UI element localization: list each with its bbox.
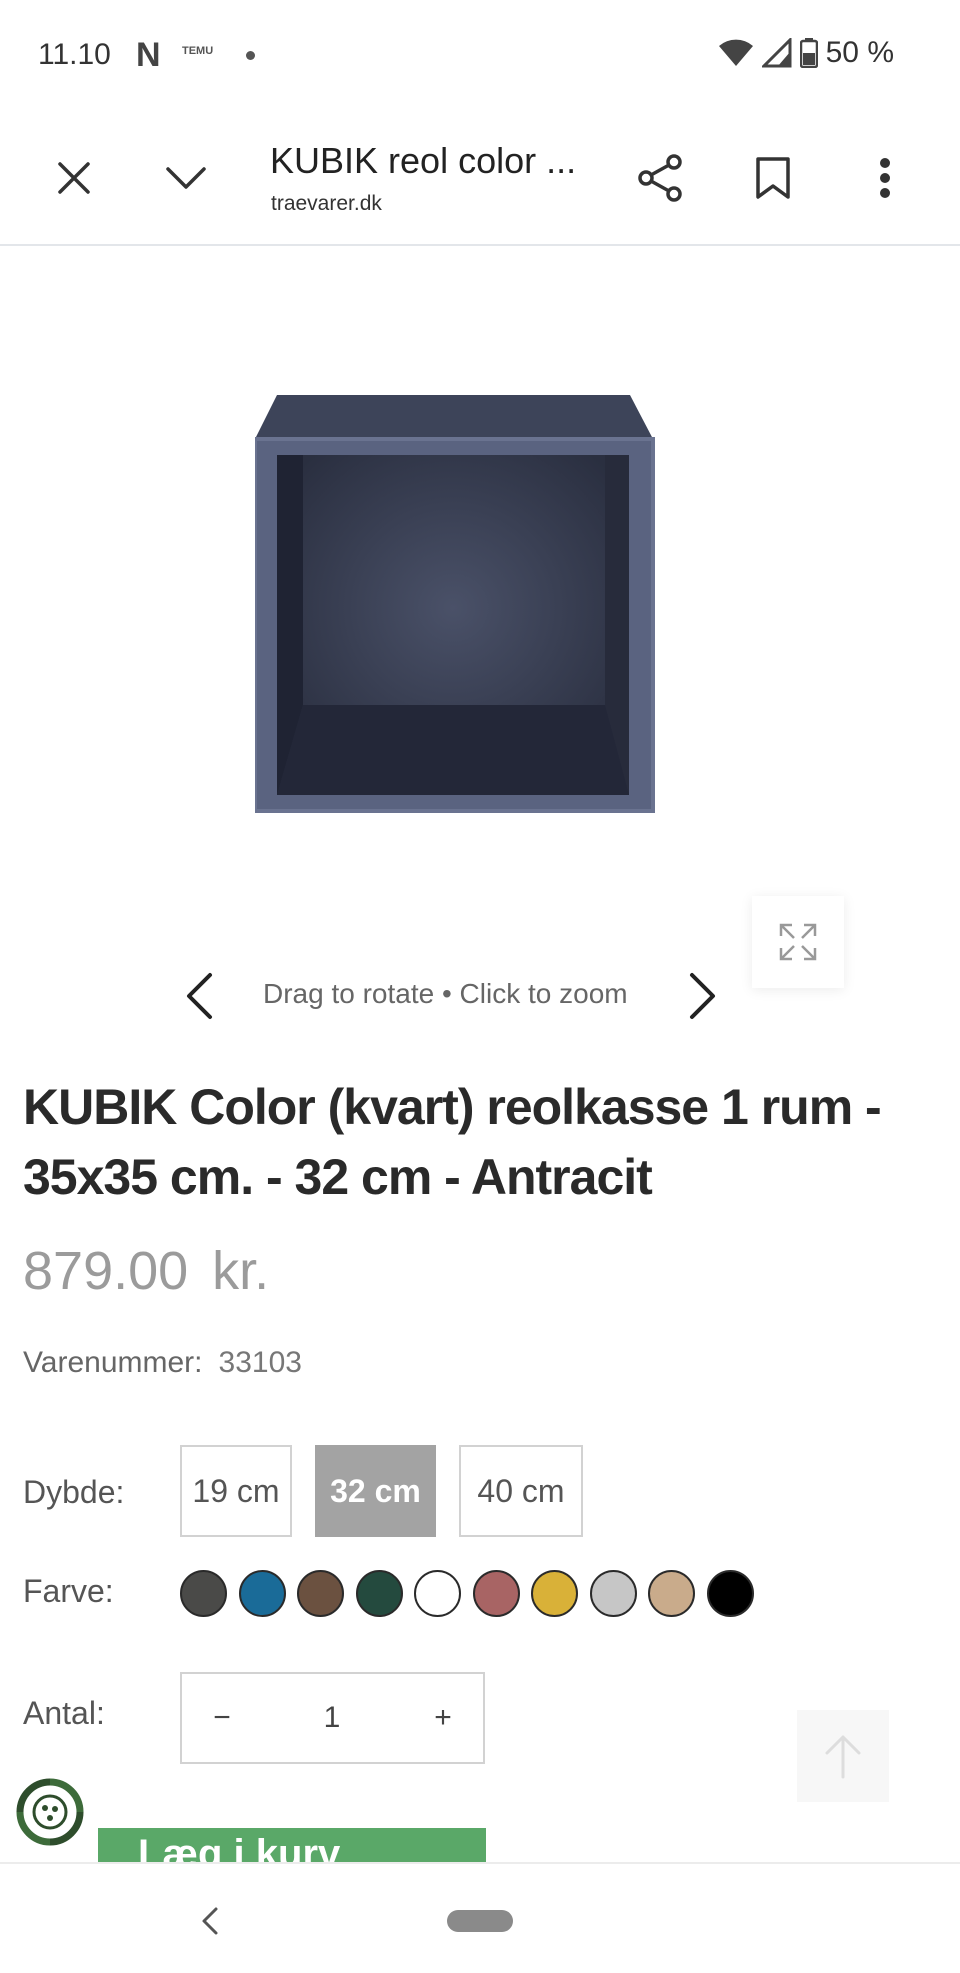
bookmark-icon (756, 157, 790, 199)
status-time: 11.10 (38, 38, 111, 71)
sku-value: 33103 (218, 1346, 302, 1379)
price-currency: kr. (212, 1241, 270, 1301)
gallery-next-button[interactable] (680, 966, 726, 1026)
more-options-button[interactable] (850, 148, 920, 208)
quantity-increase-button[interactable]: + (413, 1674, 473, 1762)
color-swatch[interactable] (472, 1570, 520, 1617)
color-swatch[interactable] (706, 1570, 754, 1617)
minimize-tab-button[interactable] (151, 148, 221, 208)
system-nav-bar (0, 1862, 960, 1973)
eco-badge-icon (16, 1778, 84, 1846)
status-bar: 11.10 N TEMU 50 % (0, 0, 960, 110)
gallery-navigation: Drag to rotate • Click to zoom (0, 960, 960, 1030)
product-image[interactable] (253, 395, 655, 815)
depth-option-32[interactable]: 32 cm (315, 1445, 436, 1537)
wifi-icon (718, 39, 753, 66)
color-label: Farve: (23, 1573, 114, 1609)
color-swatch[interactable] (238, 1570, 286, 1617)
status-indicators: 50 % (718, 36, 894, 70)
battery-icon (799, 38, 818, 68)
page-url[interactable]: traevarer.dk (271, 192, 382, 216)
color-swatch[interactable] (414, 1570, 461, 1617)
shelf-cube-image (253, 395, 655, 813)
more-vert-icon (880, 158, 890, 198)
netflix-notification-icon: N (136, 36, 161, 74)
share-icon (638, 154, 682, 202)
color-swatch[interactable] (648, 1570, 695, 1617)
chevron-left-icon (187, 973, 212, 1019)
system-home-handle[interactable] (447, 1910, 513, 1932)
quantity-label: Antal: (23, 1695, 105, 1731)
close-icon (58, 162, 90, 194)
close-tab-button[interactable] (39, 148, 109, 208)
temu-notification-icon: TEMU (182, 45, 214, 57)
product-title: KUBIK Color (kvart) reolkasse 1 rum - 35… (23, 1079, 882, 1205)
gallery-prev-button[interactable] (176, 966, 222, 1026)
cell-signal-icon (761, 38, 792, 68)
bookmark-button[interactable] (738, 148, 808, 208)
sku-row: Varenummer: 33103 (23, 1346, 302, 1380)
share-button[interactable] (626, 148, 696, 208)
sku-label: Varenummer: (23, 1346, 203, 1379)
quantity-decrease-button[interactable]: − (192, 1674, 252, 1762)
chevron-down-icon (166, 167, 206, 189)
gallery-hint: Drag to rotate • Click to zoom (263, 978, 628, 1009)
eco-badge[interactable] (16, 1778, 84, 1846)
quantity-stepper: − 1 + (180, 1672, 485, 1764)
chevron-right-icon (690, 973, 715, 1019)
product-price: 879.00 kr. (23, 1240, 269, 1302)
add-to-cart-label: Læg i kurv (138, 1832, 341, 1862)
back-icon (202, 1907, 218, 1935)
depth-label: Dybde: (23, 1474, 125, 1510)
quantity-input[interactable]: 1 (272, 1674, 392, 1762)
color-swatch[interactable] (297, 1570, 344, 1617)
page-title: KUBIK reol color ... (270, 140, 577, 181)
arrow-up-icon (825, 1735, 861, 1779)
color-swatch[interactable] (589, 1570, 637, 1617)
color-swatch[interactable] (531, 1570, 578, 1617)
system-back-button[interactable] (190, 1896, 230, 1946)
depth-option-40[interactable]: 40 cm (459, 1445, 583, 1537)
expand-icon (779, 923, 817, 961)
color-swatch[interactable] (355, 1570, 403, 1617)
more-notifications-dot-icon (246, 51, 255, 60)
battery-percent: 50 % (825, 36, 894, 69)
color-swatch[interactable] (180, 1570, 227, 1617)
add-to-cart-button[interactable]: Læg i kurv (98, 1828, 486, 1862)
depth-option-19[interactable]: 19 cm (180, 1445, 292, 1537)
browser-toolbar: KUBIK reol color ... traevarer.dk (0, 110, 960, 246)
scroll-to-top-button[interactable] (797, 1710, 889, 1802)
price-amount: 879.00 (23, 1241, 189, 1301)
